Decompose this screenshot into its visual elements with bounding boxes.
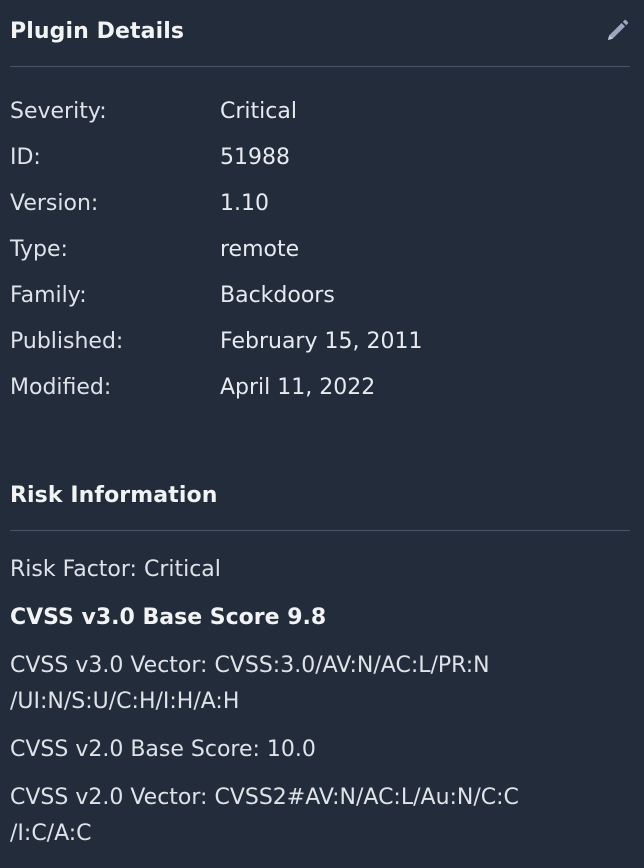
detail-row-modified: Modified: April 11, 2022 <box>10 364 422 410</box>
detail-label: Family: <box>10 282 87 308</box>
plugin-details-divider <box>10 66 630 67</box>
detail-row-id: ID: 51988 <box>10 134 422 180</box>
detail-value: April 11, 2022 <box>220 374 376 400</box>
detail-value: remote <box>220 236 300 262</box>
cvss3-vector-line2: /UI:N/S:U/C:H/I:H/A:H <box>10 689 240 714</box>
risk-information-header: Risk Information <box>10 478 630 512</box>
cvss2-vector-line2: /I:C/A:C <box>10 821 92 846</box>
cvss2-vector: CVSS v2.0 Vector: CVSS2#AV:N/AC:L/Au:N/C… <box>10 780 624 852</box>
detail-row-type: Type: remote <box>10 226 422 272</box>
detail-row-version: Version: 1.10 <box>10 180 422 226</box>
detail-value: 1.10 <box>220 190 269 216</box>
cvss3-vector: CVSS v3.0 Vector: CVSS:3.0/AV:N/AC:L/PR:… <box>10 648 624 720</box>
cvss3-base-score: CVSS v3.0 Base Score 9.8 <box>10 605 327 630</box>
detail-label: Version: <box>10 190 99 216</box>
detail-label: Published: <box>10 328 124 354</box>
risk-factor: Risk Factor: Critical <box>10 557 221 582</box>
edit-button[interactable] <box>604 18 630 44</box>
detail-value: Backdoors <box>220 282 335 308</box>
cvss2-vector-line1: CVSS v2.0 Vector: CVSS2#AV:N/AC:L/Au:N/C… <box>10 785 519 810</box>
pencil-icon <box>608 19 629 40</box>
detail-value: 51988 <box>220 144 290 170</box>
detail-value: February 15, 2011 <box>220 328 423 354</box>
detail-row-published: Published: February 15, 2011 <box>10 318 422 364</box>
risk-information-body: Risk Factor: Critical CVSS v3.0 Base Sco… <box>10 552 624 864</box>
detail-value: Critical <box>220 98 297 124</box>
cvss2-base-score: CVSS v2.0 Base Score: 10.0 <box>10 737 316 762</box>
plugin-details-title: Plugin Details <box>10 18 185 44</box>
risk-information-title: Risk Information <box>10 482 218 508</box>
detail-label: Type: <box>10 236 68 262</box>
plugin-details-header: Plugin Details <box>10 14 630 48</box>
detail-row-family: Family: Backdoors <box>10 272 422 318</box>
risk-information-divider <box>10 530 630 531</box>
plugin-details-table: Severity: Critical ID: 51988 Version: 1.… <box>10 88 422 410</box>
cvss3-vector-line1: CVSS v3.0 Vector: CVSS:3.0/AV:N/AC:L/PR:… <box>10 653 490 678</box>
detail-label: ID: <box>10 144 41 170</box>
detail-label: Severity: <box>10 98 107 124</box>
detail-label: Modified: <box>10 374 112 400</box>
detail-row-severity: Severity: Critical <box>10 88 422 134</box>
